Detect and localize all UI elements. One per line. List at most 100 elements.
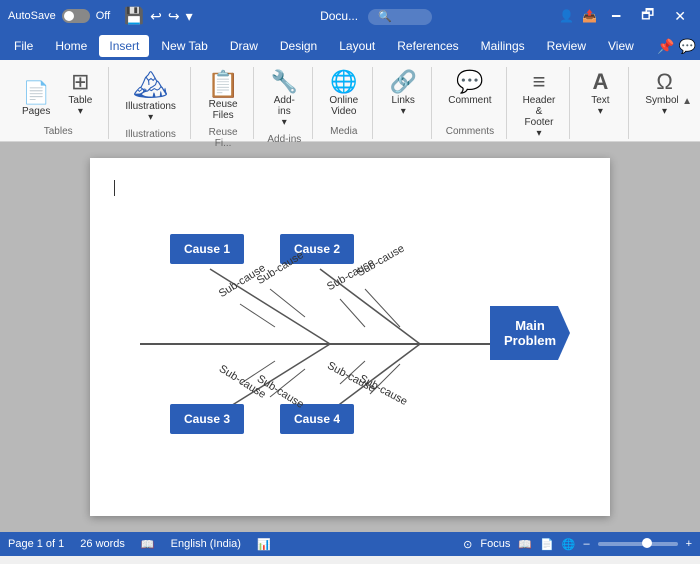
view-print-icon[interactable]: 📄 <box>540 538 554 551</box>
search-icon[interactable]: 🔍 <box>368 9 432 25</box>
ribbon-group-headerfooter: ≡ Header &Footer ▾ <box>509 67 571 139</box>
menu-review[interactable]: Review <box>537 35 596 57</box>
cause1-box: Cause 1 <box>170 234 244 264</box>
autosave-toggle[interactable] <box>62 9 90 23</box>
restore-button[interactable]: 🗗 <box>635 2 660 30</box>
menu-references[interactable]: References <box>387 35 468 57</box>
symbols-icon: Ω <box>656 71 672 93</box>
proofing-icon[interactable]: 📖 <box>141 538 155 551</box>
menu-file[interactable]: File <box>4 35 43 57</box>
menu-view[interactable]: View <box>598 35 644 57</box>
minimize-button[interactable]: 🗕 <box>605 2 627 30</box>
addins-chevron: ▾ <box>282 117 287 128</box>
save-icon[interactable]: 💾 <box>124 6 144 26</box>
headerfooter-items: ≡ Header &Footer ▾ <box>517 67 562 143</box>
status-right: ⊙ Focus 📖 📄 🌐 – + <box>463 538 692 551</box>
onlinevideo-icon: 🌐 <box>330 71 357 93</box>
reuse-group-label: Reuse Fi... <box>201 127 245 149</box>
track-changes-icon: 📊 <box>257 538 271 551</box>
reuse-label: ReuseFiles <box>209 99 238 121</box>
focus-icon[interactable]: ⊙ <box>463 538 472 551</box>
fishbone-diagram: Cause 1 Cause 2 Cause 3 Cause 4 MainProb… <box>110 194 590 494</box>
cause3-box: Cause 3 <box>170 404 244 434</box>
headerfooter-icon: ≡ <box>533 71 546 93</box>
menu-newtab[interactable]: New Tab <box>151 35 217 57</box>
menu-home[interactable]: Home <box>45 35 97 57</box>
pages-icon: 📄 <box>22 82 49 104</box>
addins-items: 🔧 Add-ins ▾ <box>264 67 304 132</box>
ribbon-table-button[interactable]: ⊞ Table ▾ <box>60 67 100 121</box>
language-label[interactable]: English (India) <box>171 538 241 550</box>
ribbon-group-links: 🔗 Links ▾ <box>375 67 432 139</box>
ribbon-display-icon[interactable]: 📌 <box>657 38 674 55</box>
cause4-label: Cause 4 <box>294 412 340 426</box>
customize-icon[interactable]: ▾ <box>186 8 193 25</box>
ribbon-comment-button[interactable]: 💬 Comment <box>442 67 497 110</box>
addins-group-label: Add-ins <box>267 134 301 145</box>
table-chevron: ▾ <box>78 106 83 117</box>
title-text: Docu... <box>320 9 358 23</box>
comment-ribbon-icon: 💬 <box>456 71 483 93</box>
focus-label[interactable]: Focus <box>480 538 510 550</box>
zoom-in-icon[interactable]: + <box>686 538 692 550</box>
comment-icon[interactable]: 💬 <box>679 38 696 55</box>
illustrations-label: Illustrations <box>125 101 176 112</box>
menu-draw[interactable]: Draw <box>220 35 268 57</box>
ribbon-links-button[interactable]: 🔗 Links ▾ <box>383 67 423 121</box>
autosave-label: AutoSave <box>8 10 56 22</box>
close-button[interactable]: ✕ <box>668 6 692 27</box>
menu-mailings[interactable]: Mailings <box>471 35 535 57</box>
links-items: 🔗 Links ▾ <box>383 67 423 121</box>
links-chevron: ▾ <box>401 106 406 117</box>
illustrations-chevron: ▾ <box>148 112 153 123</box>
account-icon[interactable]: 👤 <box>559 9 574 23</box>
links-icon: 🔗 <box>390 71 417 93</box>
document-page: Cause 1 Cause 2 Cause 3 Cause 4 MainProb… <box>90 158 610 516</box>
zoom-out-icon[interactable]: – <box>583 538 589 550</box>
onlinevideo-label: OnlineVideo <box>329 95 358 117</box>
redo-icon[interactable]: ↪ <box>168 8 180 25</box>
tables-items: 📄 Pages ⊞ Table ▾ <box>16 67 100 121</box>
comment-label: Comment <box>448 95 491 106</box>
menu-insert[interactable]: Insert <box>99 35 149 57</box>
document-title: Docu... 🔍 <box>320 9 432 23</box>
zoom-slider[interactable] <box>598 542 678 546</box>
reuse-icon: 📋 <box>207 71 239 97</box>
headerfooter-chevron: ▾ <box>536 128 541 139</box>
menu-design[interactable]: Design <box>270 35 327 57</box>
ribbon: 📄 Pages ⊞ Table ▾ Tables 🏔 Illustrations… <box>0 60 700 142</box>
ribbon-group-reuse: 📋 ReuseFiles Reuse Fi... <box>193 67 254 139</box>
ribbon-text-button[interactable]: A Text ▾ <box>580 67 620 121</box>
document-area: Cause 1 Cause 2 Cause 3 Cause 4 MainProb… <box>0 142 700 532</box>
addins-label: Add-ins <box>274 95 295 117</box>
ribbon-reuse-button[interactable]: 📋 ReuseFiles <box>201 67 245 125</box>
comments-group-label: Comments <box>446 126 494 137</box>
ribbon-headerfooter-button[interactable]: ≡ Header &Footer ▾ <box>517 67 562 143</box>
links-label: Links <box>392 95 415 106</box>
ribbon-group-comments: 💬 Comment Comments <box>434 67 506 139</box>
ribbon-group-text: A Text ▾ <box>572 67 629 139</box>
ribbon-pages-button[interactable]: 📄 Pages <box>16 78 56 121</box>
word-count: 26 words <box>80 538 125 550</box>
status-bar: Page 1 of 1 26 words 📖 English (India) 📊… <box>0 532 700 556</box>
ribbon-illustrations-button[interactable]: 🏔 Illustrations ▾ <box>119 67 182 127</box>
media-group-label: Media <box>330 126 357 137</box>
illustrations-icon: 🏔 <box>133 71 169 99</box>
ribbon-collapse-button[interactable]: ▲ <box>678 94 696 109</box>
view-read-icon[interactable]: 📖 <box>518 538 532 551</box>
share-icon[interactable]: 📤 <box>582 9 597 23</box>
ribbon-onlinevideo-button[interactable]: 🌐 OnlineVideo <box>323 67 364 121</box>
headerfooter-label: Header &Footer <box>523 95 556 128</box>
addins-icon: 🔧 <box>271 71 298 93</box>
pages-label: Pages <box>22 106 50 117</box>
menu-layout[interactable]: Layout <box>329 35 385 57</box>
illustrations-group-label: Illustrations <box>125 129 176 140</box>
menu-bar: File Home Insert New Tab Draw Design Lay… <box>0 32 700 60</box>
undo-icon[interactable]: ↩ <box>150 8 162 25</box>
view-web-icon[interactable]: 🌐 <box>562 538 576 551</box>
ribbon-addins-button[interactable]: 🔧 Add-ins ▾ <box>264 67 304 132</box>
table-icon: ⊞ <box>71 71 89 93</box>
zoom-thumb[interactable] <box>642 538 652 548</box>
cause4-box: Cause 4 <box>280 404 354 434</box>
ribbon-group-addins: 🔧 Add-ins ▾ Add-ins <box>256 67 313 139</box>
